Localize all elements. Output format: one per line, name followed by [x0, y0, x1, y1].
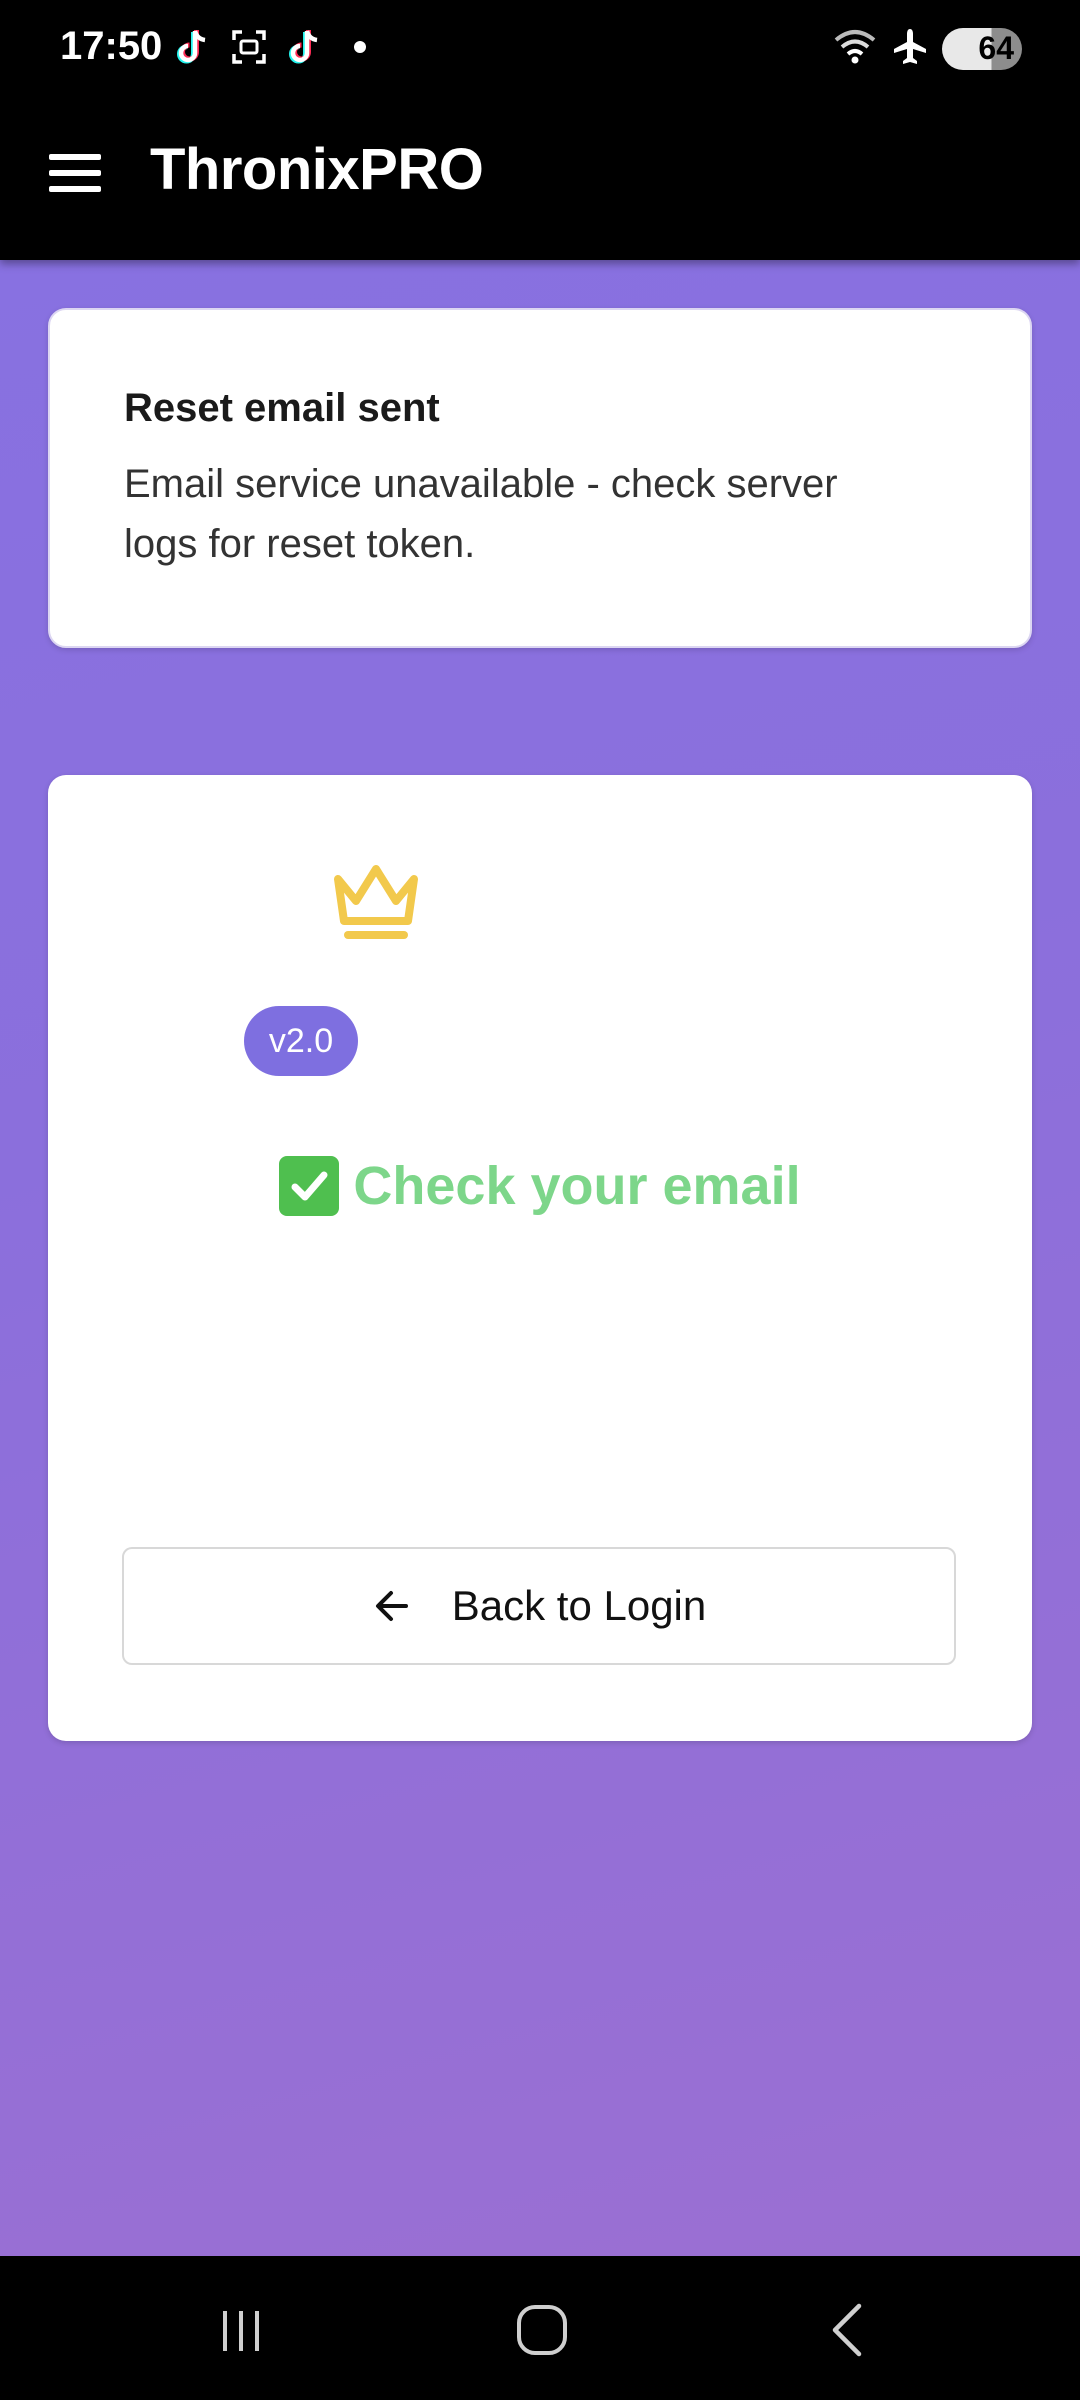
wifi-icon — [832, 26, 878, 71]
crown-icon — [334, 865, 418, 939]
back-to-login-button[interactable]: Back to Login — [122, 1547, 956, 1665]
menu-button[interactable] — [46, 144, 104, 202]
app-title: ThronixPRO — [150, 137, 484, 202]
tiktok-icon — [172, 26, 214, 68]
check-mark-icon — [279, 1156, 340, 1216]
battery-level: 64 — [978, 30, 1014, 66]
alert-title: Reset email sent — [124, 386, 440, 430]
status-bar: 17:50 64 — [0, 0, 1080, 100]
tiktok-icon — [284, 26, 326, 68]
reset-alert-card: Reset email sent Email service unavailab… — [48, 308, 1032, 648]
back-to-login-label: Back to Login — [451, 1582, 707, 1629]
status-heading: Check your email — [48, 1155, 1032, 1217]
screen: 17:50 64 ThronixPRO Reset email sent Ema… — [0, 0, 1080, 2400]
home-button[interactable] — [512, 2300, 572, 2360]
app-bar: ThronixPRO — [0, 100, 1080, 260]
recent-apps-button[interactable] — [212, 2300, 272, 2360]
home-icon — [517, 2305, 567, 2355]
password-reset-card: v2.0 Check your email Back to Login — [48, 775, 1032, 1741]
version-badge: v2.0 — [244, 1006, 358, 1076]
status-icons-left — [172, 26, 366, 68]
alert-message: Email service unavailable - check server… — [124, 462, 838, 566]
content-area: Reset email sent Email service unavailab… — [0, 260, 1080, 2256]
back-icon — [832, 2303, 862, 2357]
hamburger-menu-icon — [49, 154, 101, 192]
notification-dot-icon — [354, 41, 366, 53]
status-icons-right: 64 — [832, 26, 1022, 71]
airplane-mode-icon — [890, 26, 930, 71]
status-time: 17:50 — [60, 24, 163, 68]
battery-icon: 64 — [942, 27, 1022, 70]
arrow-left-icon — [372, 1586, 412, 1626]
system-nav-bar — [0, 2256, 1080, 2400]
screenshot-icon — [228, 26, 270, 68]
back-button[interactable] — [818, 2300, 878, 2360]
status-heading-text: Check your email — [353, 1156, 801, 1216]
recent-apps-icon — [223, 2311, 259, 2351]
